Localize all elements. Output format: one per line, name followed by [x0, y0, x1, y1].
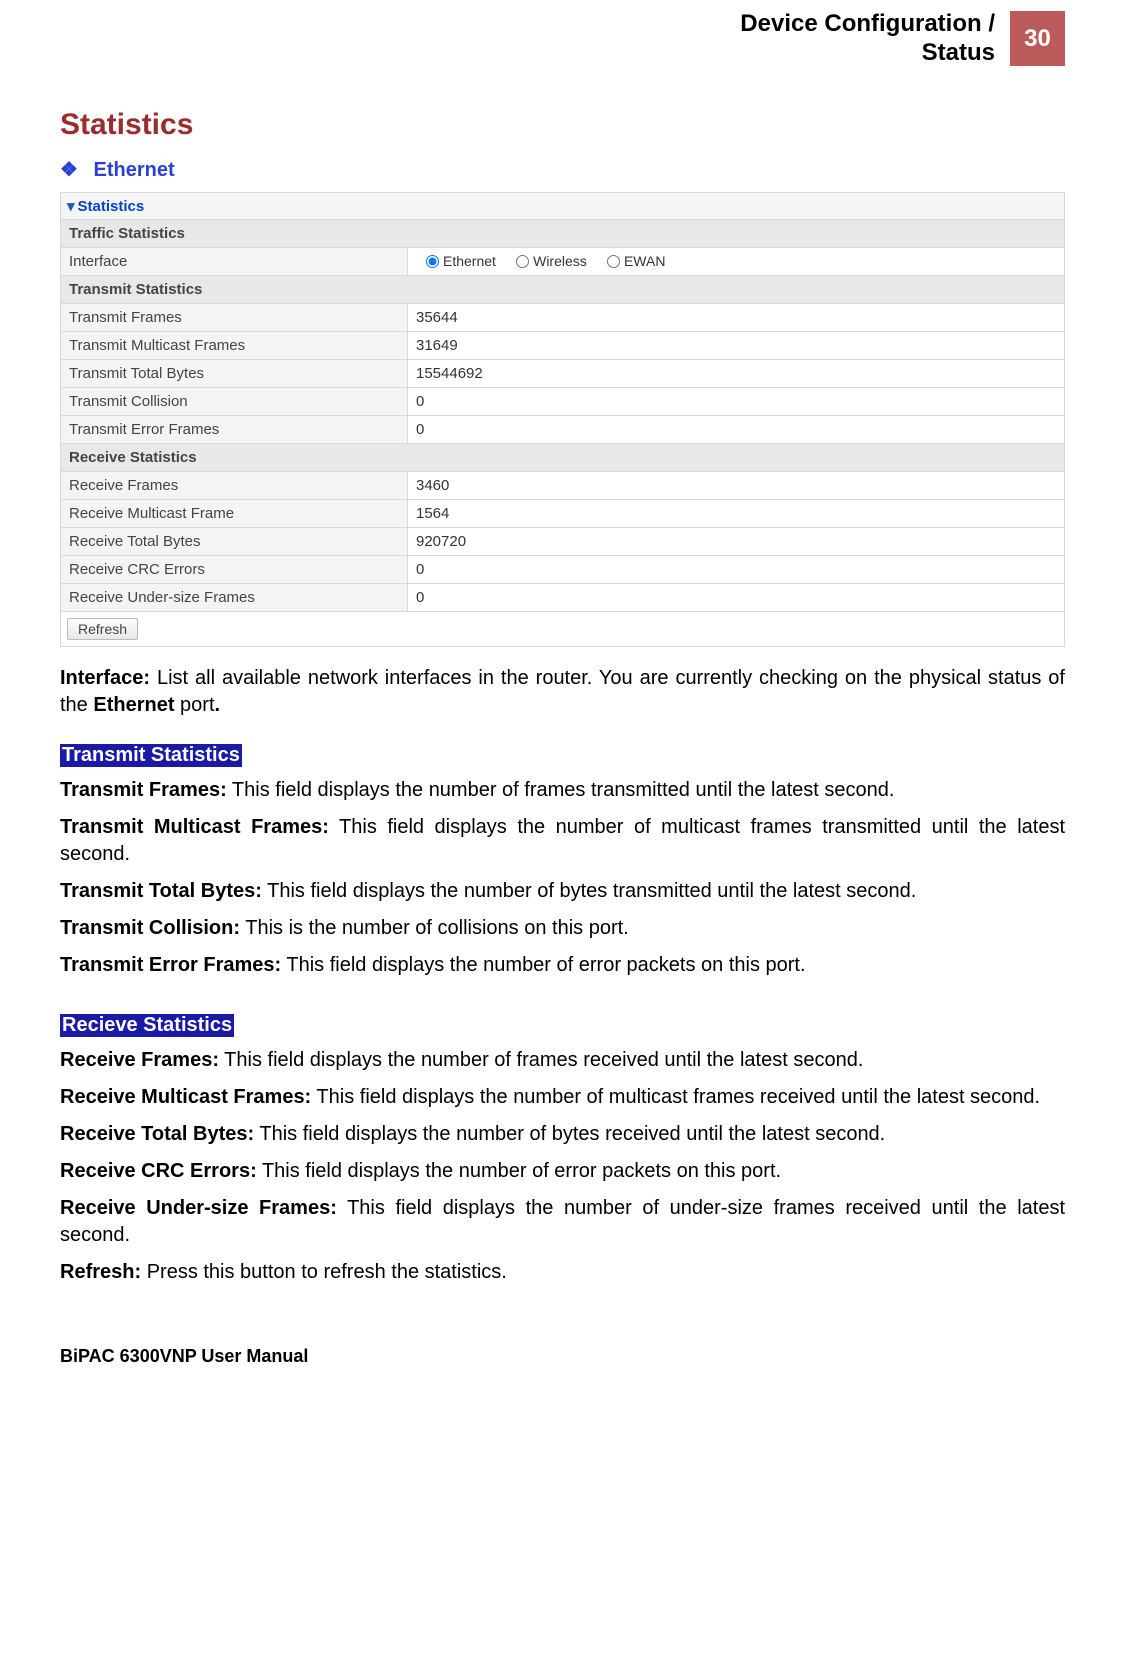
- traffic-statistics-header: Traffic Statistics: [61, 219, 1065, 247]
- table-row: Receive Total Bytes920720: [61, 527, 1065, 555]
- diamond-icon: ❖: [60, 159, 78, 181]
- table-row: Transmit Error Frames0: [61, 415, 1065, 443]
- header-title: Device Configuration / Status: [740, 10, 995, 68]
- radio-wireless-label: Wireless: [533, 253, 587, 269]
- field-def: Transmit Error Frames: This field displa…: [60, 952, 1065, 979]
- page-header: Device Configuration / Status 30: [60, 10, 1065, 68]
- statistics-table: Traffic Statistics Interface Ethernet Wi…: [60, 219, 1065, 647]
- table-row: Transmit Multicast Frames31649: [61, 331, 1065, 359]
- footer: BiPAC 6300VNP User Manual: [60, 1346, 1065, 1367]
- interface-label: Interface: [61, 247, 408, 275]
- field-def: Receive Multicast Frames: This field dis…: [60, 1084, 1065, 1111]
- radio-ethernet-label: Ethernet: [443, 253, 496, 269]
- table-row: Receive Frames3460: [61, 471, 1065, 499]
- table-row: Transmit Total Bytes15544692: [61, 359, 1065, 387]
- transmit-statistics-header: Transmit Statistics: [61, 275, 1065, 303]
- receive-statistics-header: Receive Statistics: [61, 443, 1065, 471]
- table-row: Receive Under-size Frames0: [61, 583, 1065, 611]
- radio-wireless[interactable]: [516, 255, 529, 268]
- field-def: Transmit Total Bytes: This field display…: [60, 878, 1065, 905]
- transmit-group-label: Transmit Statistics: [60, 744, 242, 767]
- radio-ewan-label: EWAN: [624, 253, 665, 269]
- field-def: Transmit Collision: This is the number o…: [60, 915, 1065, 942]
- subsection-ethernet: ❖ Ethernet: [60, 157, 1065, 182]
- subsection-label: Ethernet: [94, 159, 175, 181]
- receive-group-label: Recieve Statistics: [60, 1014, 234, 1037]
- header-title-line2: Status: [922, 39, 995, 66]
- field-def: Receive Total Bytes: This field displays…: [60, 1121, 1065, 1148]
- table-row: Receive CRC Errors0: [61, 555, 1065, 583]
- radio-ethernet[interactable]: [426, 255, 439, 268]
- field-def: Refresh: Press this button to refresh th…: [60, 1259, 1065, 1286]
- table-row: Transmit Collision0: [61, 387, 1065, 415]
- field-def: Receive Under-size Frames: This field di…: [60, 1195, 1065, 1249]
- panel-title-text: Statistics: [78, 198, 145, 215]
- field-def: Transmit Multicast Frames: This field di…: [60, 814, 1065, 868]
- field-def: Receive Frames: This field displays the …: [60, 1047, 1065, 1074]
- refresh-button[interactable]: Refresh: [67, 618, 138, 640]
- table-row: Receive Multicast Frame1564: [61, 499, 1065, 527]
- field-def: Transmit Frames: This field displays the…: [60, 777, 1065, 804]
- page-number-badge: 30: [1010, 11, 1065, 66]
- field-def: Receive CRC Errors: This field displays …: [60, 1158, 1065, 1185]
- panel-title: ▾Statistics: [60, 192, 1065, 219]
- section-title: Statistics: [60, 108, 1065, 142]
- header-title-line1: Device Configuration /: [740, 10, 995, 37]
- table-row: Transmit Frames35644: [61, 303, 1065, 331]
- triangle-down-icon: ▾: [67, 198, 75, 215]
- interface-description: Interface: List all available network in…: [60, 665, 1065, 719]
- radio-ewan[interactable]: [607, 255, 620, 268]
- interface-options: Ethernet Wireless EWAN: [408, 247, 1065, 275]
